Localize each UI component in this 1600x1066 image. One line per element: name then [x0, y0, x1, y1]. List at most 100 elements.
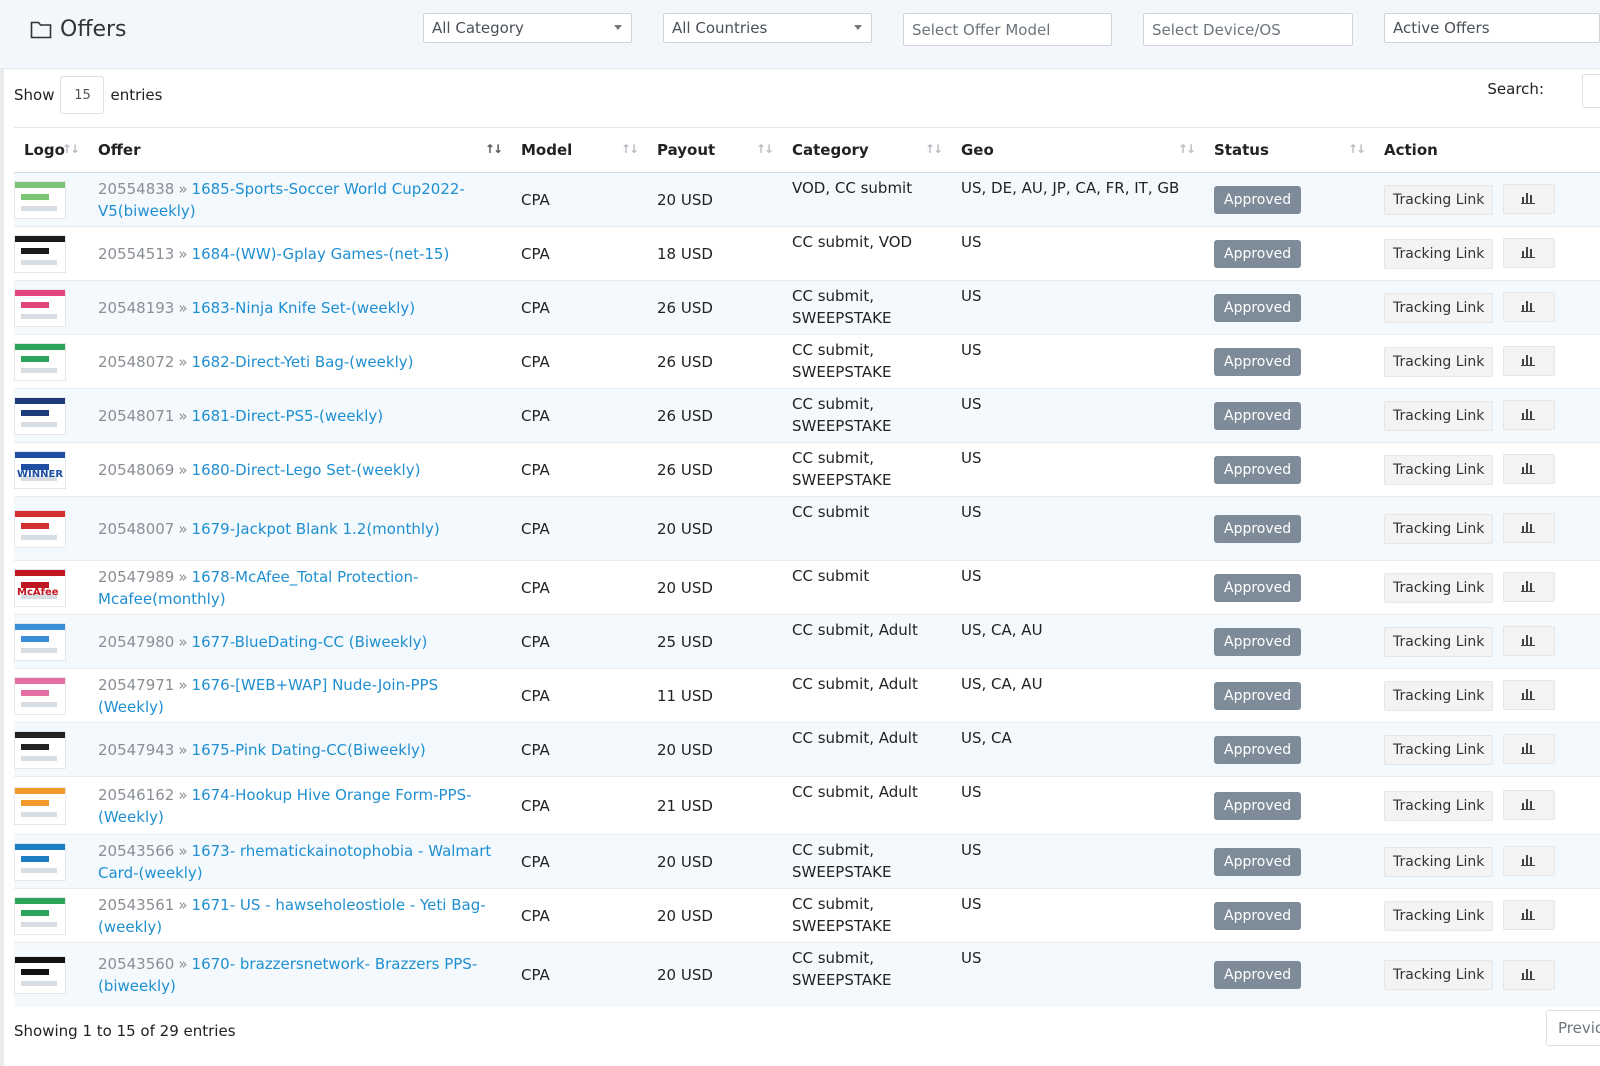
- stats-button[interactable]: [1503, 292, 1556, 323]
- table-row: 20543566» 1673- rhematickainotophobia - W…: [14, 834, 1600, 889]
- tracking-link-button[interactable]: Tracking Link: [1384, 790, 1494, 821]
- bar-chart-icon: [1521, 409, 1536, 421]
- offer-id: 20543566: [98, 841, 175, 860]
- category-cell: CC submit, Adult: [782, 776, 951, 835]
- geo-cell: US: [951, 776, 1204, 835]
- search-input[interactable]: [1582, 74, 1600, 108]
- stats-button[interactable]: [1503, 900, 1556, 931]
- offer-link[interactable]: 1679-Jackpot Blank 1.2(monthly): [192, 520, 440, 538]
- sort-icon: ↑↓: [755, 142, 774, 156]
- stats-button[interactable]: [1503, 572, 1556, 603]
- stats-button[interactable]: [1503, 184, 1556, 215]
- tracking-link-button[interactable]: Tracking Link: [1384, 184, 1494, 215]
- action-cell: Tracking Link: [1374, 226, 1600, 281]
- stats-button[interactable]: [1503, 626, 1556, 657]
- countries-select[interactable]: All Countries: [663, 13, 872, 43]
- offer-cell: 20547989» 1678-McAfee_Total Protection-Mc…: [88, 560, 511, 615]
- column-status[interactable]: Status ↑↓: [1204, 127, 1374, 173]
- category-cell: CC submit, VOD: [782, 226, 951, 281]
- offer-logo: [14, 786, 66, 825]
- stats-button[interactable]: [1503, 680, 1556, 711]
- offer-id: 20547971: [98, 675, 175, 694]
- offer-link[interactable]: 1675-Pink Dating-CC(Biweekly): [192, 741, 426, 759]
- tracking-link-button[interactable]: Tracking Link: [1384, 734, 1494, 765]
- offer-link[interactable]: 1682-Direct-Yeti Bag-(weekly): [192, 353, 414, 371]
- tracking-link-button[interactable]: Tracking Link: [1384, 454, 1494, 485]
- geo-cell: US: [951, 560, 1204, 615]
- bar-chart-icon: [1521, 968, 1536, 980]
- offer-cell: 20547971» 1676-[WEB+WAP] Nude-Join-PPS (W…: [88, 668, 511, 723]
- stats-button[interactable]: [1503, 790, 1556, 821]
- tracking-link-button[interactable]: Tracking Link: [1384, 346, 1494, 377]
- tracking-link-button[interactable]: Tracking Link: [1384, 572, 1494, 603]
- logo-stripe: [15, 510, 65, 517]
- category-cell: CC submit, SWEEPSTAKE: [782, 388, 951, 443]
- page-title: Offers: [30, 14, 127, 44]
- column-offer[interactable]: Offer ↑↓: [88, 127, 511, 173]
- chevron-right-icon: »: [178, 406, 188, 425]
- logo-wordmark: McAfee: [17, 586, 59, 598]
- stats-button[interactable]: [1503, 846, 1556, 877]
- stats-button[interactable]: [1503, 238, 1556, 269]
- status-badge: Approved: [1214, 847, 1302, 876]
- logo-cell: [14, 226, 88, 281]
- logo-block: [21, 635, 49, 642]
- sort-icon: ↑↓: [924, 142, 943, 156]
- stats-button[interactable]: [1503, 513, 1556, 544]
- stats-button[interactable]: [1503, 734, 1556, 765]
- offer-link[interactable]: 1683-Ninja Knife Set-(weekly): [192, 299, 416, 317]
- offer-link[interactable]: 1681-Direct-PS5-(weekly): [192, 407, 384, 425]
- model-cell: CPA: [511, 226, 647, 281]
- column-geo[interactable]: Geo ↑↓: [951, 127, 1204, 173]
- tracking-link-button[interactable]: Tracking Link: [1384, 238, 1494, 269]
- tracking-link-button[interactable]: Tracking Link: [1384, 846, 1494, 877]
- payout-cell: 26 USD: [647, 388, 782, 443]
- column-model[interactable]: Model ↑↓: [511, 127, 647, 173]
- stats-button[interactable]: [1503, 959, 1556, 990]
- logo-line: [21, 367, 57, 373]
- logo-line: [21, 205, 57, 211]
- model-cell: CPA: [511, 560, 647, 615]
- offer-link[interactable]: 1684-(WW)-Gplay Games-(net-15): [192, 245, 450, 263]
- chevron-right-icon: »: [178, 632, 188, 651]
- stats-button[interactable]: [1503, 454, 1556, 485]
- tracking-link-button[interactable]: Tracking Link: [1384, 626, 1494, 657]
- tracking-link-button[interactable]: Tracking Link: [1384, 960, 1494, 990]
- tracking-link-button[interactable]: Tracking Link: [1384, 680, 1494, 711]
- status-badge: Approved: [1214, 401, 1302, 430]
- model-cell: CPA: [511, 388, 647, 443]
- previous-page-button[interactable]: Previo: [1546, 1010, 1600, 1046]
- status-badge: Approved: [1214, 239, 1302, 268]
- tracking-link-button[interactable]: Tracking Link: [1384, 400, 1494, 431]
- column-logo[interactable]: Logo ↑↓: [14, 127, 88, 173]
- status-select[interactable]: Active Offers: [1384, 13, 1600, 43]
- column-category-label: Category: [792, 141, 869, 159]
- stats-button[interactable]: [1503, 346, 1556, 377]
- logo-line: [21, 534, 57, 540]
- geo-cell: US: [951, 226, 1204, 281]
- logo-stripe: [15, 569, 65, 576]
- column-payout[interactable]: Payout ↑↓: [647, 127, 782, 173]
- bar-chart-icon: [1521, 743, 1536, 755]
- logo-stripe: [15, 677, 65, 684]
- table-info: Showing 1 to 15 of 29 entries: [14, 1022, 236, 1040]
- payout-cell: 11 USD: [647, 668, 782, 723]
- logo-stripe: [15, 451, 65, 458]
- column-category[interactable]: Category ↑↓: [782, 127, 951, 173]
- stats-button[interactable]: [1503, 400, 1556, 431]
- offer-link[interactable]: 1677-BlueDating-CC (Biweekly): [192, 633, 428, 651]
- offer-id: 20546162: [98, 785, 175, 804]
- entries-select[interactable]: 15: [60, 76, 105, 114]
- offer-model-select[interactable]: Select Offer Model: [903, 13, 1112, 46]
- payout-cell: 21 USD: [647, 776, 782, 835]
- status-cell: Approved: [1204, 722, 1374, 777]
- action-cell: Tracking Link: [1374, 614, 1600, 669]
- category-select[interactable]: All Category: [423, 13, 632, 43]
- device-os-select[interactable]: Select Device/OS: [1143, 13, 1353, 46]
- tracking-link-button[interactable]: Tracking Link: [1384, 292, 1494, 323]
- chevron-down-icon: [614, 25, 622, 30]
- tracking-link-button[interactable]: Tracking Link: [1384, 900, 1494, 931]
- logo-block: [21, 355, 49, 362]
- tracking-link-button[interactable]: Tracking Link: [1384, 513, 1494, 544]
- offer-link[interactable]: 1680-Direct-Lego Set-(weekly): [192, 461, 421, 479]
